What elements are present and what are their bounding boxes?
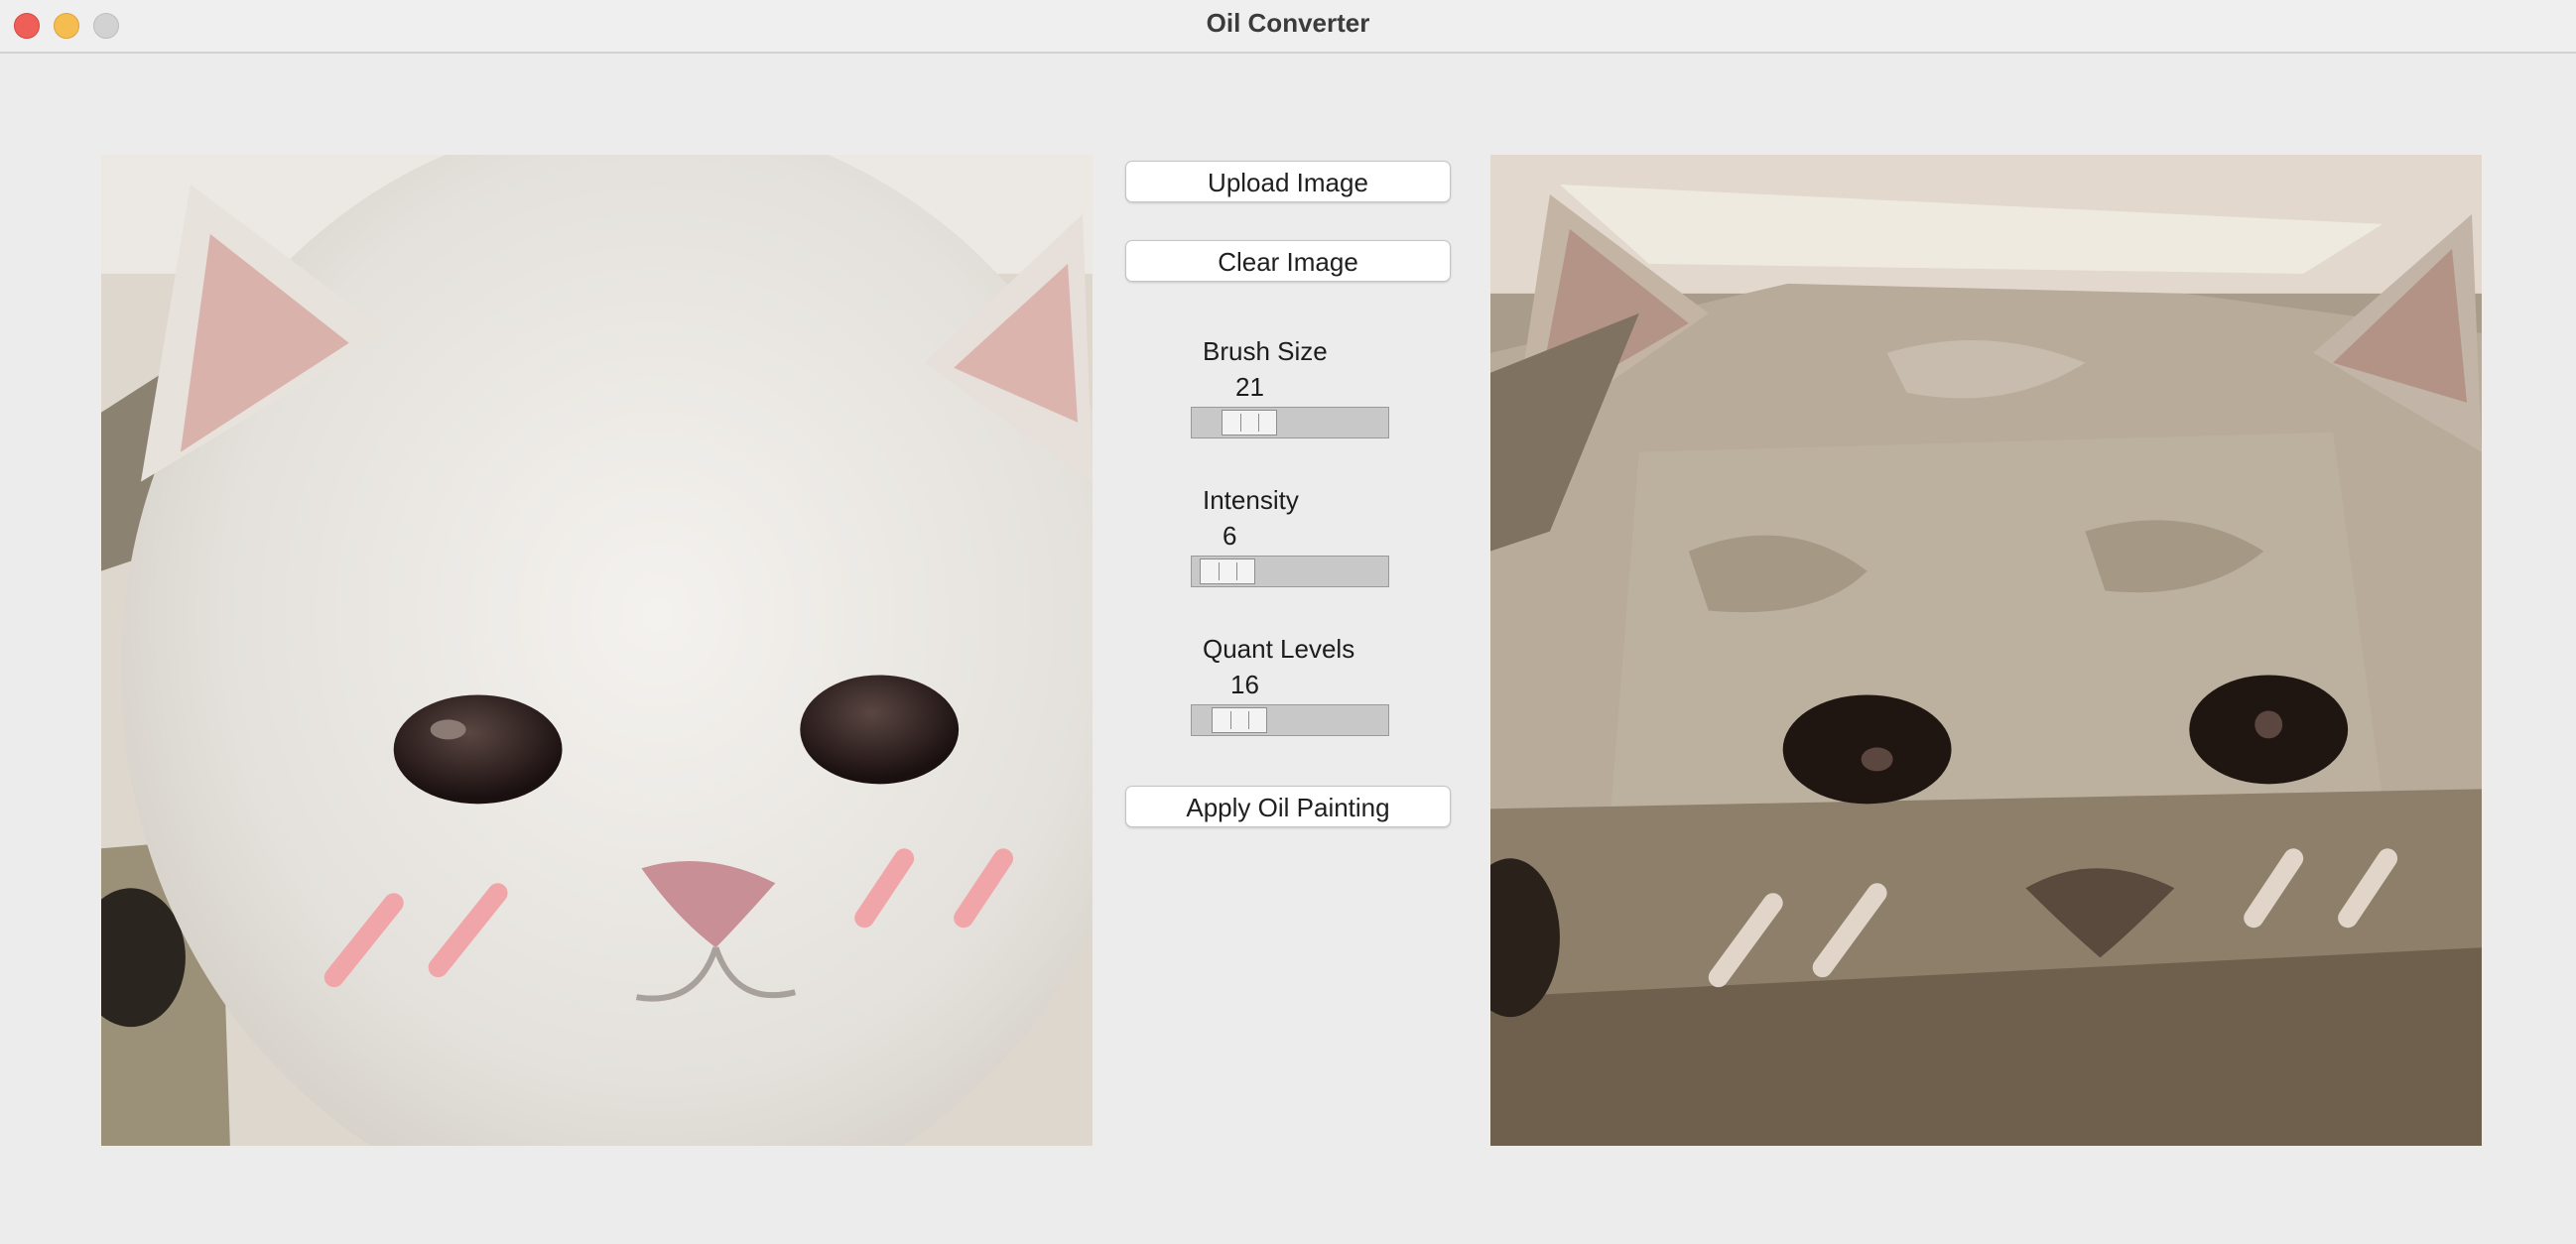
quant-levels-slider[interactable]: [1191, 704, 1389, 736]
intensity-slider-thumb[interactable]: [1200, 559, 1255, 584]
quant-levels-label: Quant Levels: [1203, 634, 1355, 664]
brush-size-slider-thumb[interactable]: [1222, 410, 1277, 435]
quant-levels-slider-thumb[interactable]: [1212, 707, 1267, 733]
quant-levels-value: 16: [1230, 670, 1259, 699]
original-image: [101, 155, 1093, 1146]
intensity-label: Intensity: [1203, 485, 1299, 515]
brush-size-value: 21: [1235, 372, 1264, 402]
intensity-slider[interactable]: [1191, 556, 1389, 587]
intensity-value: 6: [1223, 521, 1237, 551]
brush-size-label: Brush Size: [1203, 336, 1328, 366]
main-content: Upload Image Clear Image Brush Size 21 I…: [0, 54, 2576, 1244]
title-bar: Oil Converter: [0, 0, 2576, 54]
brush-size-slider[interactable]: [1191, 407, 1389, 438]
painted-image: [1490, 155, 2482, 1146]
clear-image-button[interactable]: Clear Image: [1125, 240, 1451, 282]
window-title: Oil Converter: [1206, 8, 1370, 38]
upload-image-button[interactable]: Upload Image: [1125, 161, 1451, 202]
apply-oil-painting-button[interactable]: Apply Oil Painting: [1125, 786, 1451, 827]
